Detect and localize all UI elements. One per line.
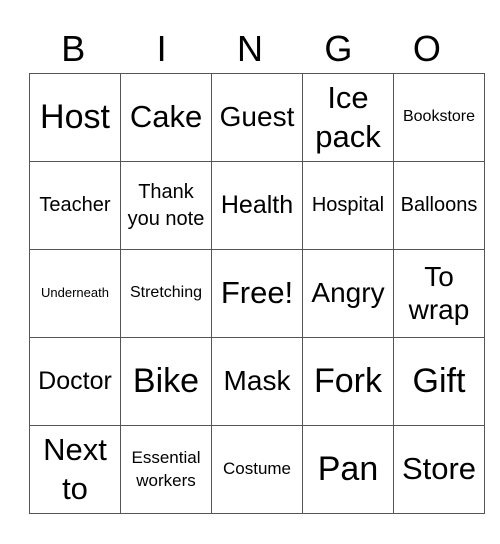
bingo-cell-text: Cake [129,99,203,135]
bingo-cell[interactable]: Health [211,161,303,250]
bingo-row: Doctor Bike Mask Fork Gift [29,337,485,426]
bingo-cell[interactable]: Thank you note [120,161,212,250]
bingo-header: B I N G O [29,26,471,72]
bingo-cell-text: Health [220,191,294,220]
bingo-cell[interactable]: To wrap [393,249,485,338]
bingo-cell-text: Essential workers [131,447,201,490]
bingo-cell-text: Store [401,451,477,487]
bingo-cell-text: Ice pack [315,79,381,154]
header-letter-g: G [324,28,353,69]
bingo-cell-text: Bike [132,362,200,401]
bingo-cell[interactable]: Fork [302,337,394,426]
bingo-cell-text: Hospital [311,194,385,216]
header-letter-b: B [61,28,86,69]
bingo-cell[interactable]: Stretching [120,249,212,338]
bingo-cell[interactable]: Doctor [29,337,121,426]
bingo-cell[interactable]: Hospital [302,161,394,250]
bingo-cell[interactable]: Angry [302,249,394,338]
bingo-cell-text: Gift [412,362,466,401]
bingo-cell-text: To wrap [408,261,470,325]
bingo-cell-text: Mask [223,365,291,397]
bingo-cell[interactable]: Gift [393,337,485,426]
bingo-cell[interactable]: Costume [211,425,303,514]
header-letter-n: N [237,28,264,69]
bingo-cell[interactable]: Bike [120,337,212,426]
bingo-cell-text: Guest [219,101,295,133]
bingo-cell-text: Costume [222,459,292,479]
bingo-cell[interactable]: Store [393,425,485,514]
bingo-cell[interactable]: Bookstore [393,73,485,162]
bingo-row: Teacher Thank you note Health Hospital Ballo… [29,161,485,250]
bingo-cell-text: Angry [311,277,385,309]
bingo-cell[interactable]: Teacher [29,161,121,250]
bingo-row: Underneath Stretching Free! Angry To wrap [29,249,485,338]
bingo-cell-text: Bookstore [402,108,476,126]
bingo-cell[interactable]: Mask [211,337,303,426]
bingo-cell-text: Free! [220,275,294,311]
header-letter-o: O [412,28,441,69]
bingo-cell[interactable]: Guest [211,73,303,162]
bingo-row: Host Cake Guest Ice pack Bookstore [29,73,485,162]
bingo-cell-text: Teacher [39,194,111,216]
bingo-cell[interactable]: Ice pack [302,73,394,162]
bingo-cell[interactable]: Essential workers [120,425,212,514]
bingo-cell-text: Underneath [41,285,109,301]
bingo-cell[interactable]: Host [29,73,121,162]
bingo-cell-text: Fork [314,362,382,401]
bingo-cell-text: Thank you note [127,180,205,230]
bingo-grid: Host Cake Guest Ice pack Bookstore Teacher Tha… [29,73,485,514]
header-letter-i: I [156,28,167,69]
bingo-cell-text: Balloons [400,194,478,216]
bingo-cell[interactable]: Pan [302,425,394,514]
bingo-cell[interactable]: Free! [211,249,303,338]
bingo-cell-text: Doctor [38,367,112,396]
bingo-cell[interactable]: Underneath [29,249,121,338]
bingo-cell[interactable]: Next to [29,425,121,514]
bingo-row: Next to Essential workers Costume Pan Store [29,425,485,514]
bingo-cell-text: Pan [317,450,379,489]
bingo-cell[interactable]: Cake [120,73,212,162]
bingo-cell-text: Next to [43,431,107,506]
bingo-cell[interactable]: Balloons [393,161,485,250]
bingo-cell-text: Stretching [129,284,203,302]
bingo-cell-text: Host [40,98,110,137]
